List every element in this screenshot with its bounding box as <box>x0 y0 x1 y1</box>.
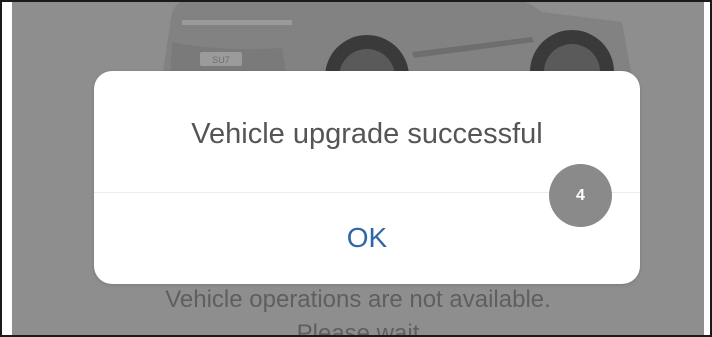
please-wait-text: Please wait <box>296 320 420 337</box>
svg-text:SU7: SU7 <box>212 55 230 65</box>
step-number-badge: 4 <box>549 164 612 227</box>
screenshot-frame: SU7 Vehicle operations are not available… <box>0 0 712 337</box>
dialog-message: Vehicle upgrade successful <box>191 118 543 150</box>
app-screen: SU7 Vehicle operations are not available… <box>12 2 704 337</box>
operations-unavailable-text: Vehicle operations are not available. <box>165 286 551 313</box>
